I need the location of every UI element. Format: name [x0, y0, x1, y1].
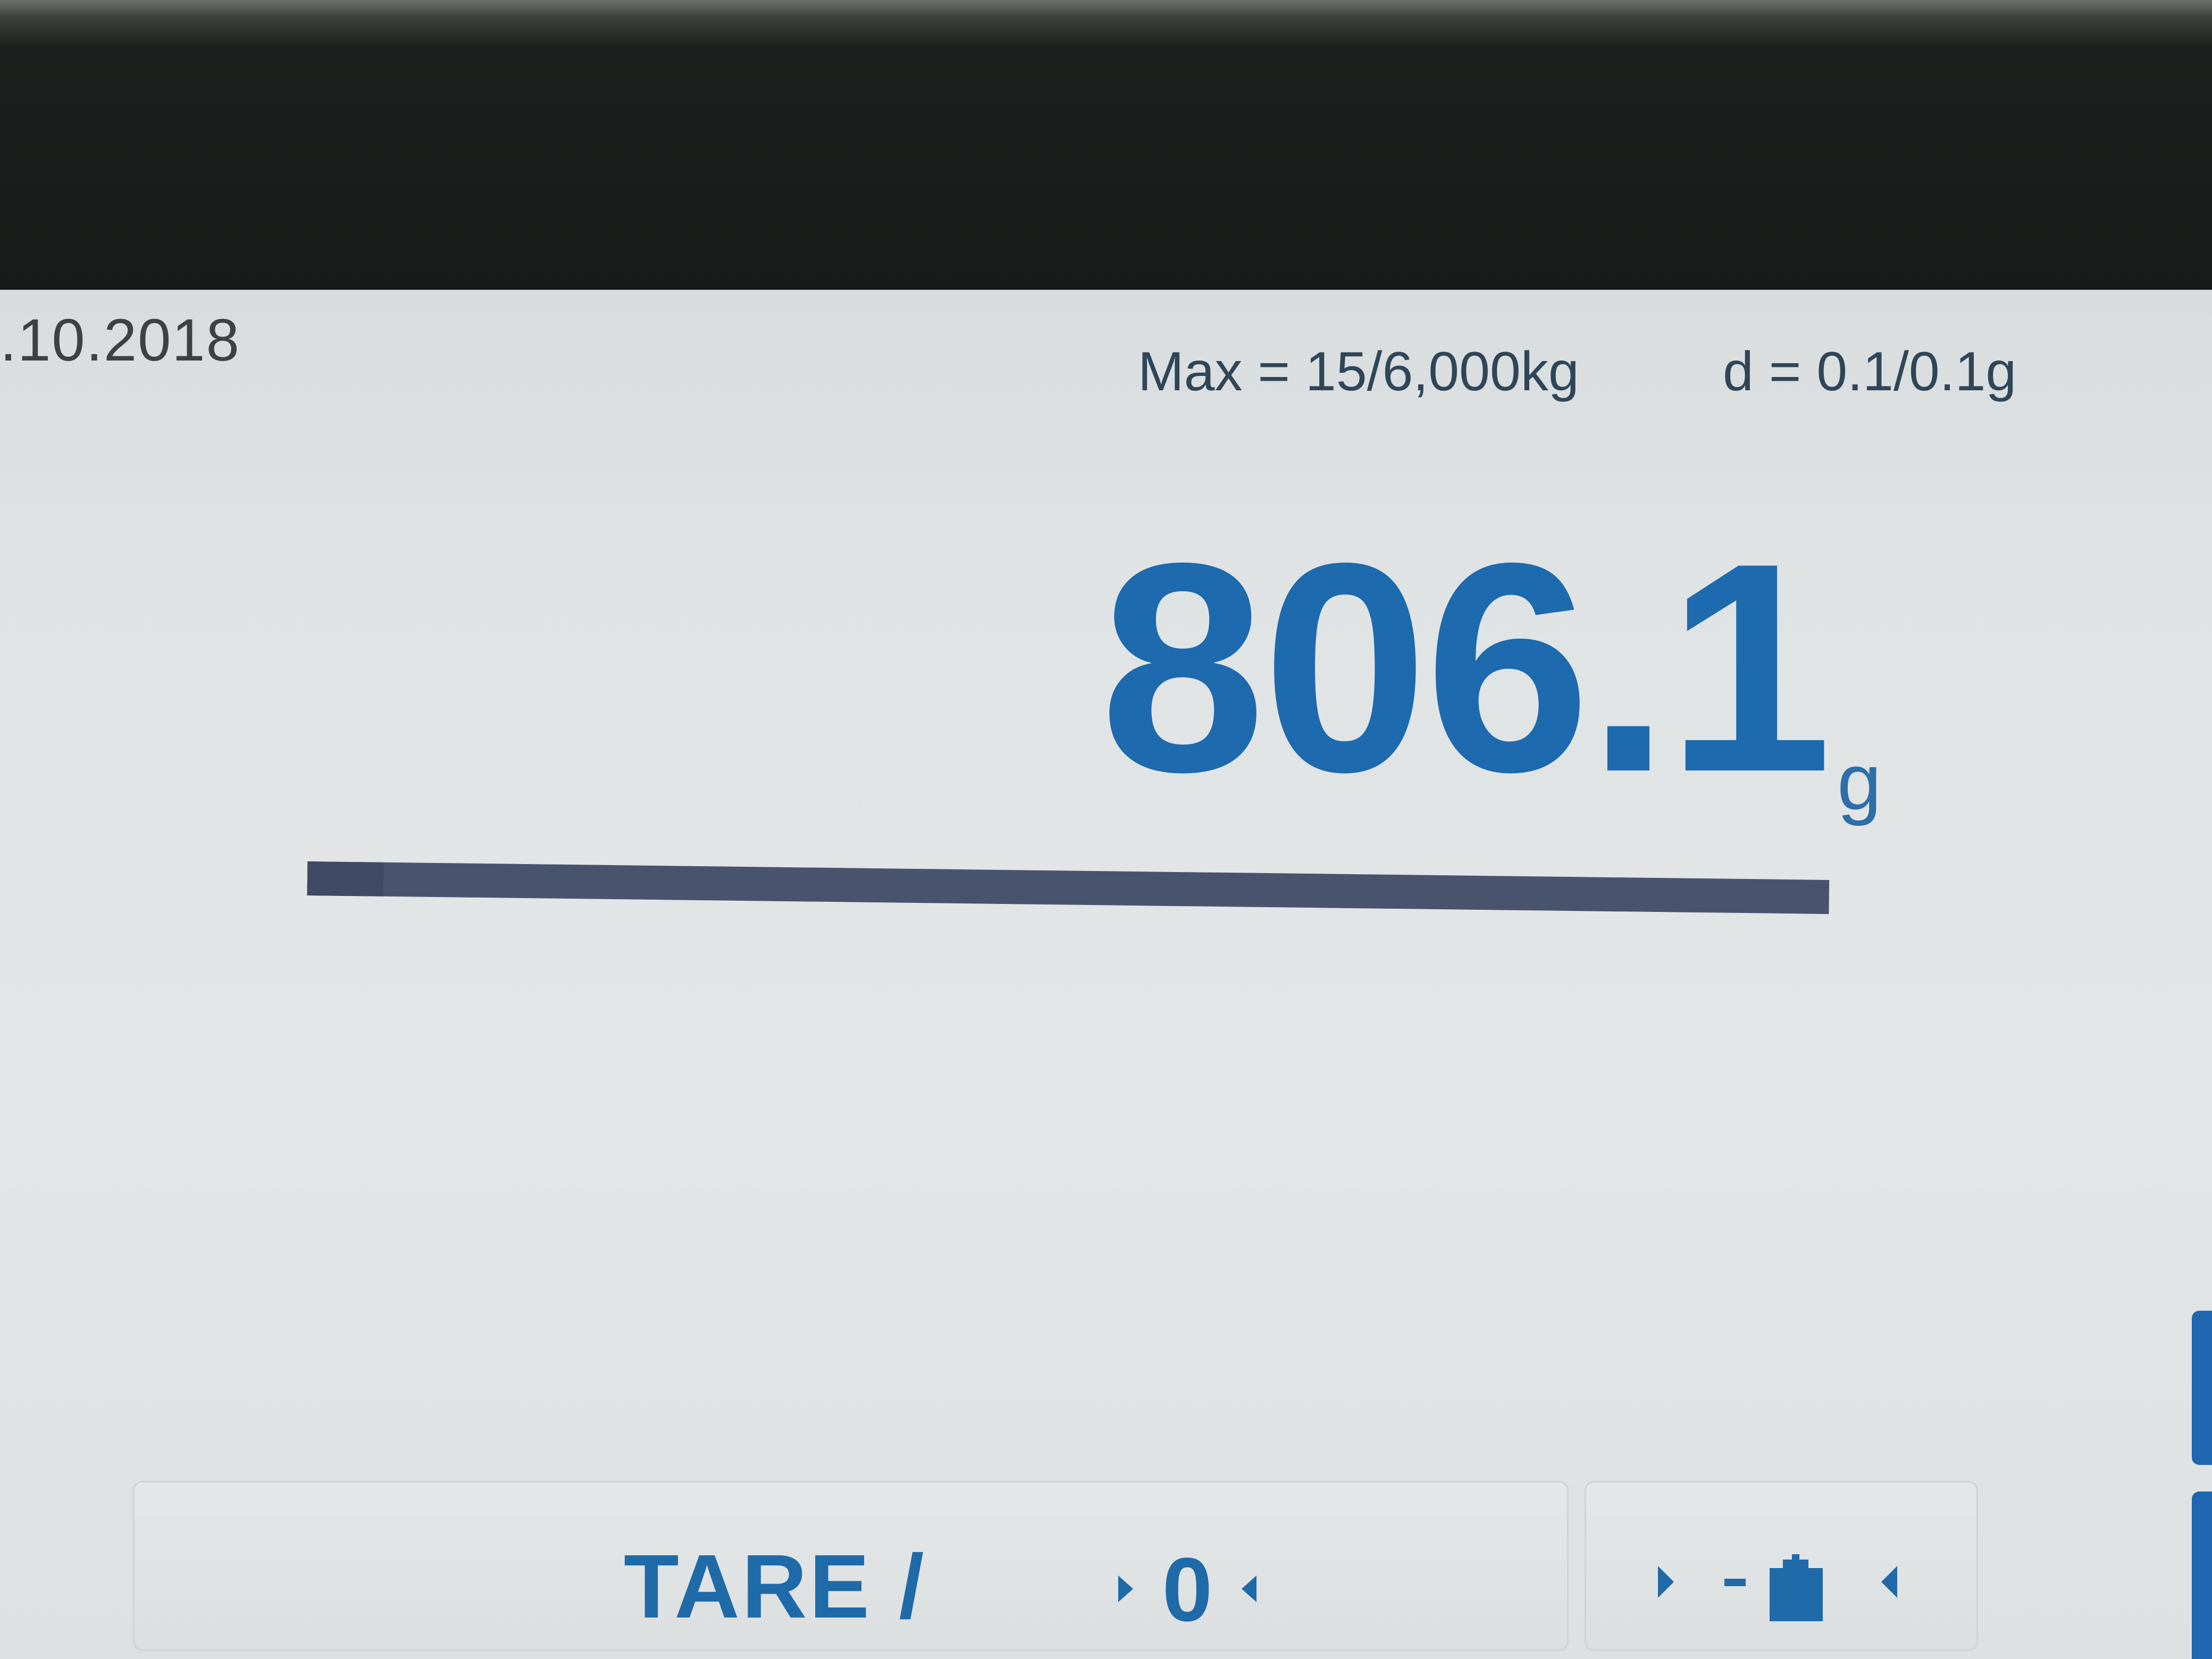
set-tare-icon: [1658, 1554, 1897, 1621]
weight-readout: 806.1: [1100, 501, 1832, 834]
svg-text:0: 0: [1162, 1546, 1213, 1631]
tare-zero-button[interactable]: TARE / 0: [133, 1481, 1569, 1651]
scale-display: .10.2018 Max = 15/6,000kg d = 0.1/0.1g 8…: [0, 290, 2212, 1659]
date-display: .10.2018: [0, 307, 240, 373]
set-tare-button[interactable]: [1585, 1481, 1978, 1651]
zero-icon: 0: [1118, 1546, 1256, 1631]
capacity-bar: [307, 861, 1830, 914]
division-spec: d = 0.1/0.1g: [1723, 341, 2017, 403]
side-menu-tab-bottom[interactable]: [2192, 1492, 2212, 1659]
tare-label: TARE /: [624, 1536, 926, 1637]
device-bezel: [0, 0, 2212, 298]
max-capacity-spec: Max = 15/6,000kg: [1138, 341, 1579, 403]
weight-unit: g: [1837, 737, 1882, 826]
capacity-bar-fill: [307, 861, 384, 896]
side-menu-tab-top[interactable]: [2192, 1311, 2212, 1465]
